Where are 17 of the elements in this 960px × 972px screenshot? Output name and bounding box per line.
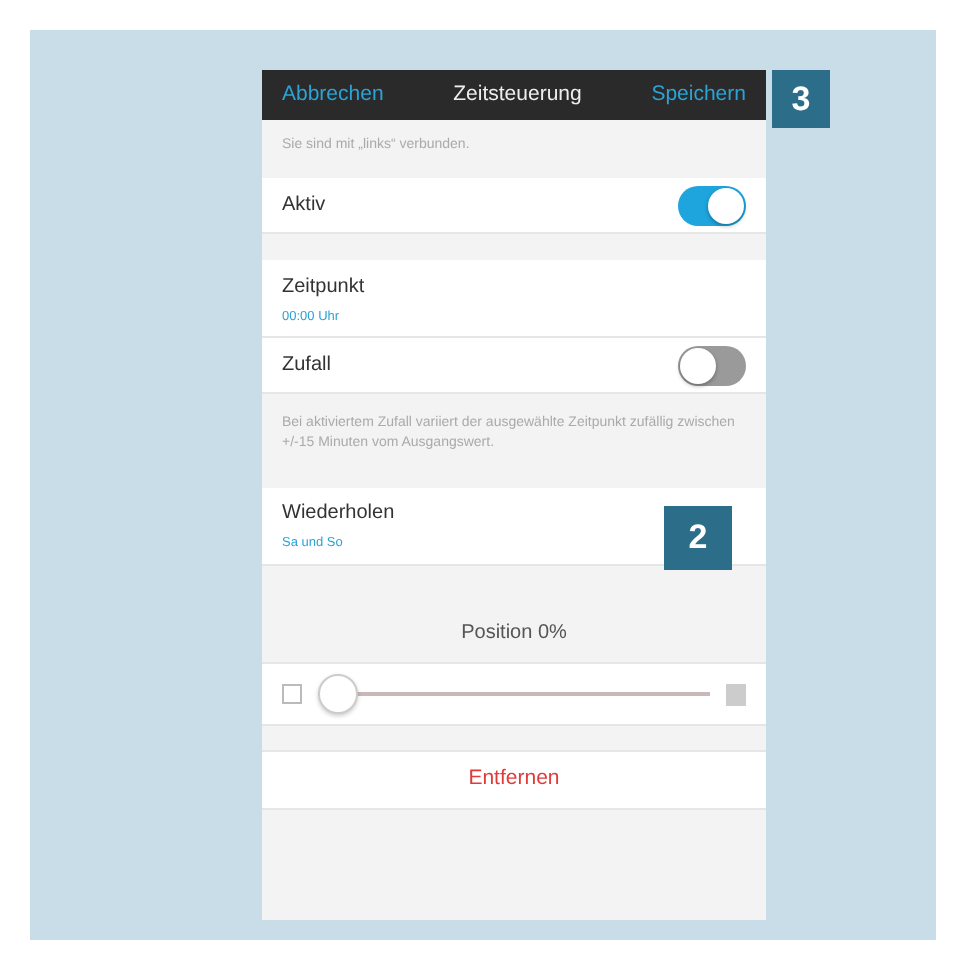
blind-open-icon	[282, 684, 302, 705]
callout-number: 3	[772, 70, 830, 128]
slider-thumb[interactable]	[318, 674, 358, 715]
screen-title: Zeitsteuerung	[453, 79, 582, 110]
cancel-button[interactable]: Abbrechen	[282, 79, 384, 111]
slider-track[interactable]	[318, 672, 710, 717]
setting-label: Zeitpunkt	[282, 273, 365, 302]
toggle-switch[interactable]	[678, 345, 746, 386]
setting-label: Wiederholen	[282, 500, 395, 529]
toggle-switch[interactable]	[678, 185, 746, 226]
position-label: Position 0%	[461, 622, 567, 645]
setting-label: Zufall	[282, 352, 331, 381]
setting-label: Aktiv	[282, 192, 326, 221]
save-button[interactable]: Speichern	[651, 79, 746, 111]
remove-button[interactable]: Entfernen	[262, 750, 766, 811]
blind-closed-icon	[726, 683, 746, 706]
callout-number: 2	[664, 506, 732, 570]
